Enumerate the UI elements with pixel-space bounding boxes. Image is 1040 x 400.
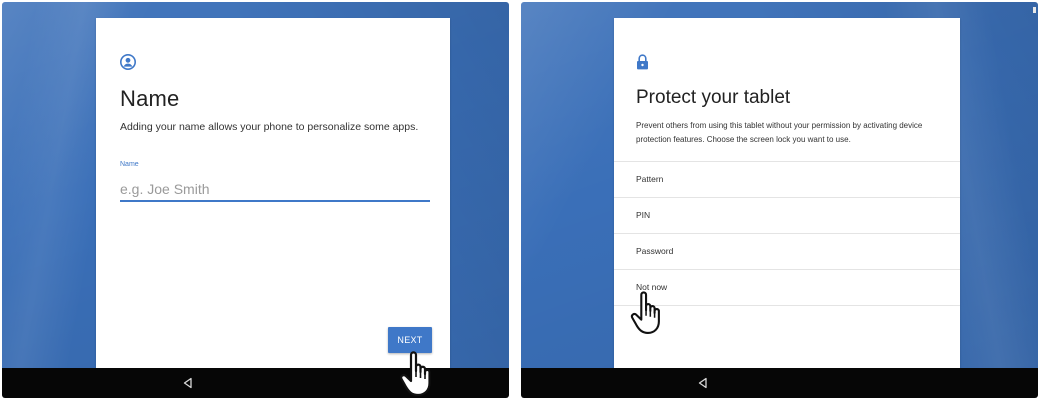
lock-option-pattern[interactable]: Pattern [614, 162, 960, 198]
lock-icon [637, 54, 648, 70]
lock-option-pin[interactable]: PIN [614, 198, 960, 234]
screen-background: Protect your tablet Prevent others from … [521, 2, 1038, 380]
hand-pointer-icon [400, 351, 431, 397]
page-description: Prevent others from using this tablet wi… [636, 121, 923, 144]
back-triangle-icon[interactable] [696, 376, 710, 390]
name-screen-panel: Name Adding your name allows your phone … [2, 2, 509, 398]
page-description: Adding your name allows your phone to pe… [120, 121, 419, 133]
screen-lock-options: Pattern PIN Password Not now [614, 161, 960, 306]
back-triangle-icon[interactable] [181, 376, 195, 390]
name-setup-card: Name Adding your name allows your phone … [96, 18, 450, 380]
person-icon [120, 54, 136, 70]
status-bar-indicator [1033, 7, 1036, 13]
name-input[interactable] [120, 178, 430, 202]
protect-tablet-panel: Protect your tablet Prevent others from … [521, 2, 1038, 398]
page-title: Protect your tablet [636, 87, 791, 108]
hand-pointer-icon [630, 291, 660, 334]
lock-option-password[interactable]: Password [614, 234, 960, 270]
screen-background: Name Adding your name allows your phone … [2, 2, 509, 380]
navigation-bar [521, 368, 1038, 398]
name-field-label: Name [120, 161, 139, 168]
page-title: Name [120, 86, 180, 111]
